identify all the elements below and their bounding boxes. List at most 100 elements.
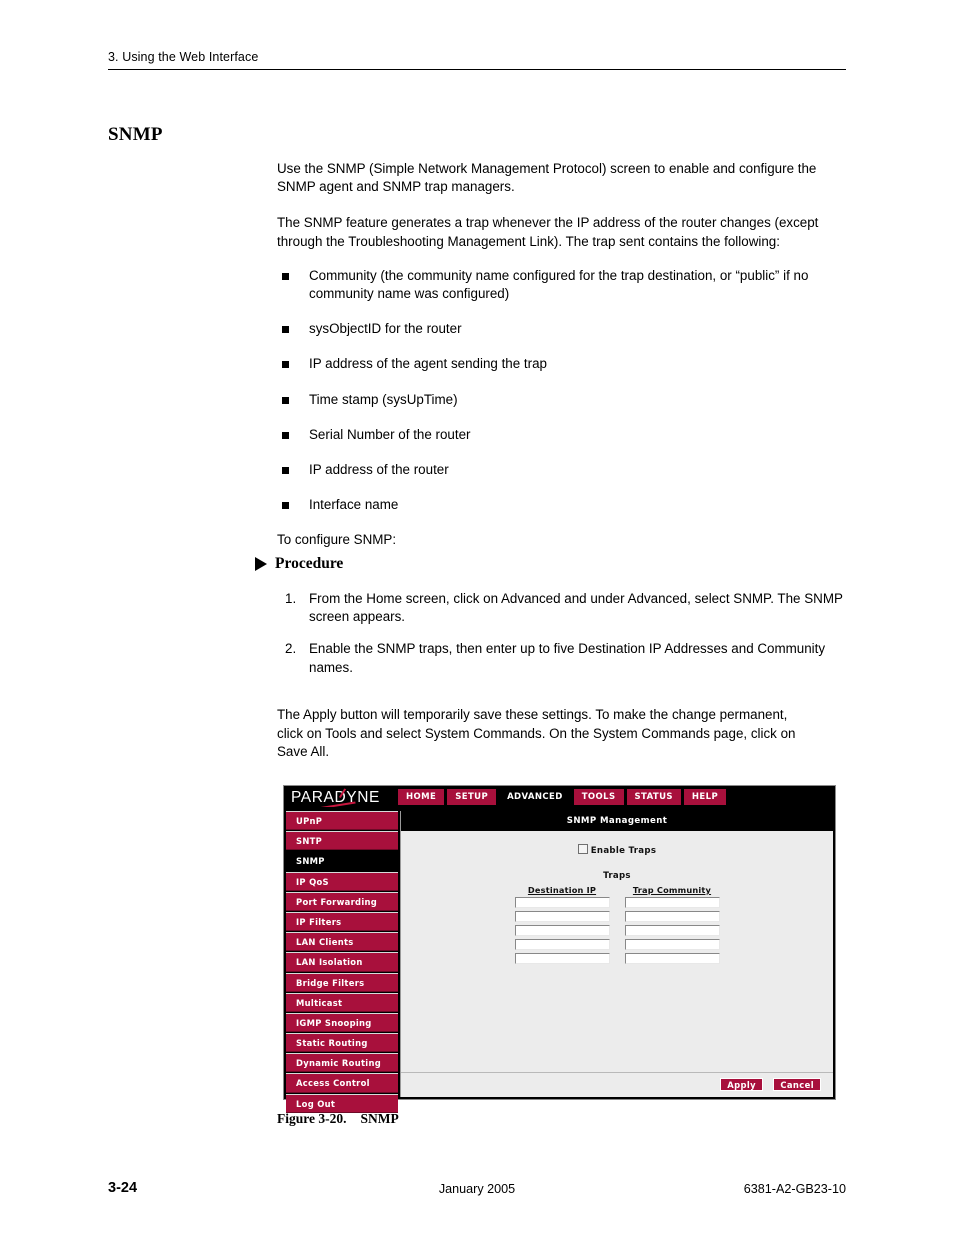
- table-row: [514, 953, 720, 964]
- enable-traps-checkbox[interactable]: [577, 844, 588, 854]
- destination-ip-input-3[interactable]: [514, 925, 610, 936]
- footer-doc-number: 6381-A2-GB23-10: [743, 1182, 846, 1196]
- trap-community-input-2[interactable]: [624, 911, 720, 922]
- trap-community-input-1[interactable]: [624, 897, 720, 908]
- step-number: 2.: [285, 641, 297, 657]
- tab-status[interactable]: STATUS: [626, 789, 681, 805]
- running-header: 3. Using the Web Interface: [108, 50, 846, 70]
- triangle-marker-icon: [255, 557, 267, 571]
- destination-ip-input-4[interactable]: [514, 939, 610, 950]
- tab-tools[interactable]: TOOLS: [573, 789, 624, 805]
- sidebar-item-lan-isolation[interactable]: LAN Isolation: [286, 952, 398, 972]
- list-item-label: Serial Number of the router: [309, 426, 471, 442]
- list-item: Time stamp (sysUpTime): [277, 391, 847, 409]
- list-item: Community (the community name configured…: [277, 267, 847, 303]
- column-header-destination-ip: Destination IP: [527, 885, 597, 895]
- procedure-heading: Procedure: [255, 555, 343, 573]
- body-column: Use the SNMP (Simple Network Management …: [277, 160, 847, 568]
- list-item: sysObjectID for the router: [277, 320, 847, 338]
- table-row: [514, 911, 720, 922]
- sidebar-item-upnp[interactable]: UPnP: [286, 811, 398, 831]
- table-row: [514, 897, 720, 908]
- list-item: IP address of the router: [277, 461, 847, 479]
- tab-home[interactable]: HOME: [398, 789, 445, 805]
- list-item-label: sysObjectID for the router: [309, 321, 462, 337]
- bullet-square-icon: [282, 502, 289, 510]
- tab-help[interactable]: HELP: [683, 789, 727, 805]
- tab-advanced[interactable]: ADVANCED: [499, 789, 571, 805]
- list-item-label: Time stamp (sysUpTime): [309, 391, 458, 407]
- destination-ip-input-2[interactable]: [514, 911, 610, 922]
- destination-ip-input-5[interactable]: [514, 953, 610, 964]
- tab-setup[interactable]: SETUP: [447, 789, 497, 805]
- page-footer: 3-24 January 2005 6381-A2-GB23-10: [108, 1180, 846, 1200]
- running-header-text: 3. Using the Web Interface: [108, 50, 259, 64]
- sidebar-item-ip-qos[interactable]: IP QoS: [286, 871, 398, 891]
- sidebar-item-bridge-filters[interactable]: Bridge Filters: [286, 972, 398, 992]
- bullet-square-icon: [282, 361, 289, 369]
- step-number: 1.: [285, 591, 297, 606]
- enable-traps-row: Enable Traps: [401, 844, 833, 856]
- procedure-steps: 1. From the Home screen, click on Advanc…: [277, 590, 847, 691]
- list-item: IP address of the agent sending the trap: [277, 355, 847, 373]
- bullet-square-icon: [282, 396, 289, 404]
- apply-note-paragraph: The Apply button will temporarily save t…: [277, 707, 796, 759]
- column-header-trap-community: Trap Community: [632, 885, 712, 895]
- bullet-square-icon: [282, 431, 289, 439]
- router-nav-tabs: HOME SETUP ADVANCED TOOLS STATUS HELP: [398, 789, 727, 805]
- router-sidebar: UPnP SNTP SNMP IP QoS Port Forwarding IP…: [286, 811, 398, 1113]
- sidebar-item-snmp[interactable]: SNMP: [286, 851, 398, 871]
- sidebar-item-access-control[interactable]: Access Control: [286, 1073, 398, 1093]
- list-item-label: Interface name: [309, 497, 399, 513]
- sidebar-item-multicast[interactable]: Multicast: [286, 992, 398, 1012]
- figure-caption: Figure 3-20. SNMP: [277, 1111, 399, 1127]
- router-ui-screenshot-figure: PARADYNE HOME SETUP ADVANCED TOOLS STATU…: [283, 785, 836, 1113]
- traps-table-header: Destination IP Trap Community: [515, 885, 720, 895]
- paradyne-logo: PARADYNE: [291, 788, 399, 807]
- router-top-bar: PARADYNE HOME SETUP ADVANCED TOOLS STATU…: [284, 786, 835, 809]
- bullet-square-icon: [282, 467, 289, 475]
- sidebar-item-dynamic-routing[interactable]: Dynamic Routing: [286, 1053, 398, 1073]
- figure-caption-number: Figure 3-20.: [277, 1111, 347, 1126]
- router-content-pane: SNMP Management Enable Traps Traps Desti…: [400, 811, 833, 1097]
- trap-community-input-5[interactable]: [624, 953, 720, 964]
- header-rule: [108, 69, 846, 70]
- cancel-button[interactable]: Cancel: [773, 1078, 821, 1091]
- list-item: 2. Enable the SNMP traps, then enter up …: [277, 640, 847, 676]
- trap-community-input-3[interactable]: [624, 925, 720, 936]
- figure-caption-title: SNMP: [360, 1111, 399, 1126]
- button-bar: Apply Cancel: [401, 1072, 833, 1097]
- sidebar-item-static-routing[interactable]: Static Routing: [286, 1033, 398, 1053]
- sidebar-item-igmp-snooping[interactable]: IGMP Snooping: [286, 1012, 398, 1033]
- traps-table: Destination IP Trap Community: [514, 885, 720, 964]
- sidebar-item-sntp[interactable]: SNTP: [286, 831, 398, 851]
- list-item: Serial Number of the router: [277, 426, 847, 444]
- apply-button[interactable]: Apply: [720, 1078, 763, 1091]
- traps-section-title: Traps: [603, 871, 631, 881]
- list-item-label: IP address of the router: [309, 462, 449, 478]
- table-row: [514, 925, 720, 936]
- intro-paragraph: Use the SNMP (Simple Network Management …: [277, 161, 817, 195]
- step-text: From the Home screen, click on Advanced …: [309, 591, 843, 625]
- bullet-square-icon: [282, 326, 289, 334]
- trap-intro-paragraph: The SNMP feature generates a trap whenev…: [277, 215, 819, 249]
- bullet-square-icon: [282, 272, 289, 280]
- list-item-label: Community (the community name configured…: [309, 267, 809, 302]
- list-item-label: IP address of the agent sending the trap: [309, 356, 547, 372]
- step-text: Enable the SNMP traps, then enter up to …: [309, 641, 826, 675]
- table-row: [514, 939, 720, 950]
- sidebar-item-ip-filters[interactable]: IP Filters: [286, 911, 398, 932]
- sidebar-item-log-out[interactable]: Log Out: [286, 1093, 398, 1113]
- footer-date: January 2005: [438, 1182, 516, 1196]
- to-configure-text: To configure SNMP:: [277, 532, 397, 548]
- pane-title: SNMP Management: [401, 811, 833, 831]
- destination-ip-input-1[interactable]: [514, 897, 610, 908]
- sidebar-item-lan-clients[interactable]: LAN Clients: [286, 932, 398, 952]
- pane-body: Enable Traps Traps Destination IP Trap C…: [401, 831, 833, 1097]
- trap-community-input-4[interactable]: [624, 939, 720, 950]
- paradyne-logo-text: PARADYNE: [291, 789, 380, 806]
- sidebar-item-port-forwarding[interactable]: Port Forwarding: [286, 891, 398, 911]
- list-item: Interface name: [277, 496, 847, 514]
- procedure-heading-label: Procedure: [275, 555, 344, 572]
- enable-traps-label: Enable Traps: [590, 846, 657, 856]
